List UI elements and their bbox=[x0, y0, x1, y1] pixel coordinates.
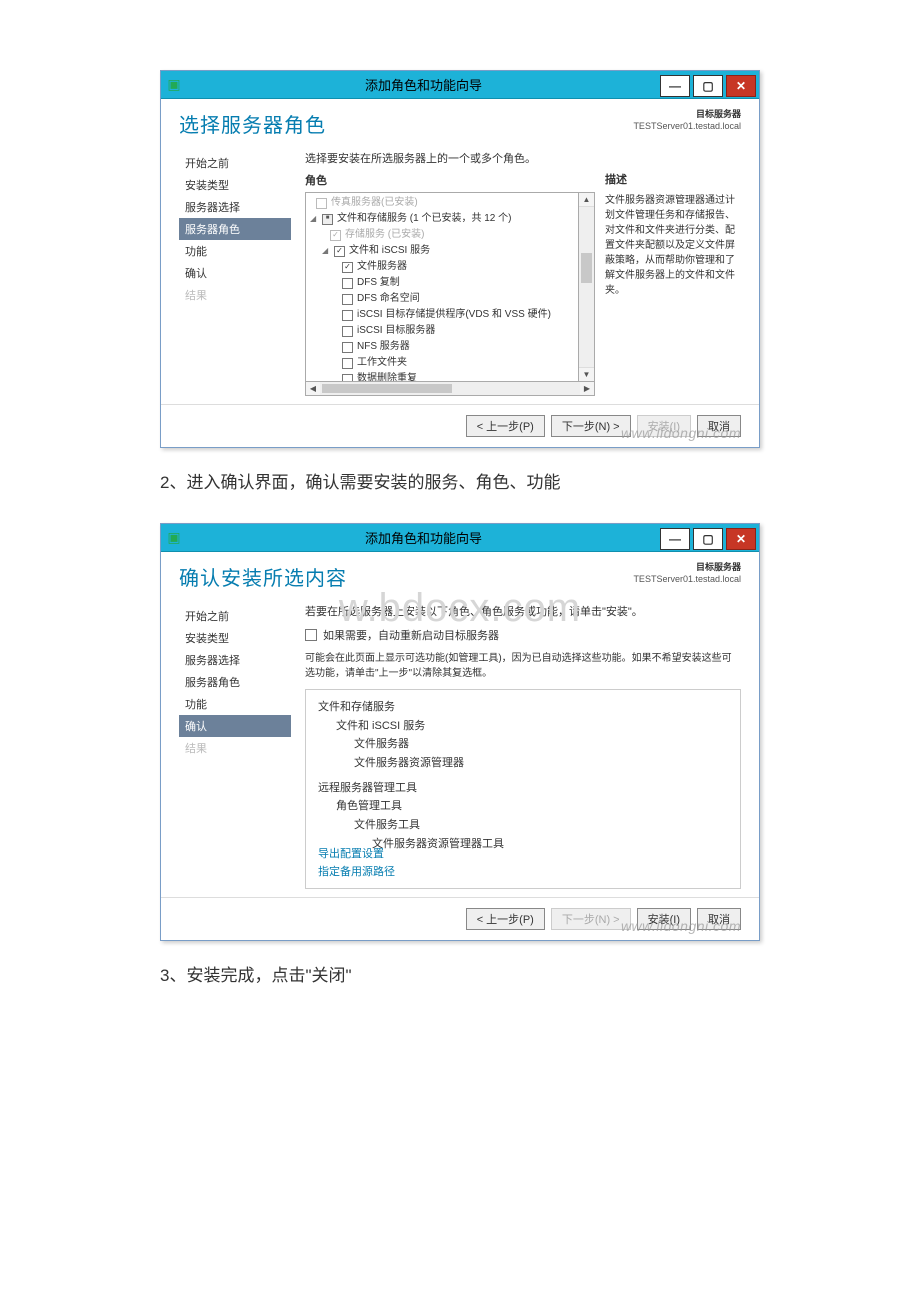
nav-confirm[interactable]: 确认 bbox=[179, 262, 291, 284]
target-server-info: 目标服务器 TESTServer01.testad.local bbox=[633, 109, 741, 132]
roles-tree[interactable]: 传真服务器(已安装) ◢文件和存储服务 (1 个已安装，共 12 个) 存储服务… bbox=[305, 192, 595, 382]
checkbox-icon[interactable] bbox=[342, 310, 353, 321]
window-title: 添加角色和功能向导 bbox=[187, 75, 660, 94]
collapse-icon[interactable]: ◢ bbox=[310, 213, 318, 226]
nav-features[interactable]: 功能 bbox=[179, 693, 291, 715]
instruction-text: 若要在所选服务器上安装以下角色、角色服务或功能，请单击"安装"。 bbox=[305, 603, 741, 619]
nav-before[interactable]: 开始之前 bbox=[179, 605, 291, 627]
close-button[interactable]: ✕ bbox=[726, 75, 756, 97]
checkbox-icon[interactable] bbox=[342, 262, 353, 273]
warning-text: 可能会在此页面上显示可选功能(如管理工具)，因为已自动选择这些功能。如果不希望安… bbox=[305, 649, 741, 679]
caption-3: 3、安装完成，点击"关闭" bbox=[160, 961, 760, 986]
previous-button[interactable]: < 上一步(P) bbox=[466, 908, 545, 930]
wizard-nav: 开始之前 安装类型 服务器选择 服务器角色 功能 确认 结果 bbox=[179, 146, 291, 396]
export-config-link[interactable]: 导出配置设置 bbox=[318, 845, 395, 864]
nav-roles[interactable]: 服务器角色 bbox=[179, 671, 291, 693]
checkbox-icon[interactable] bbox=[322, 214, 333, 225]
nav-server[interactable]: 服务器选择 bbox=[179, 649, 291, 671]
checkbox-icon bbox=[316, 198, 327, 209]
minimize-button[interactable]: — bbox=[660, 528, 690, 550]
scroll-down-icon[interactable]: ▼ bbox=[579, 367, 594, 381]
maximize-button[interactable]: ▢ bbox=[693, 528, 723, 550]
page-heading: 选择服务器角色 bbox=[179, 109, 633, 138]
nav-type[interactable]: 安装类型 bbox=[179, 174, 291, 196]
checkbox-icon[interactable] bbox=[342, 342, 353, 353]
wizard-nav: 开始之前 安装类型 服务器选择 服务器角色 功能 确认 结果 bbox=[179, 599, 291, 889]
alt-source-link[interactable]: 指定备用源路径 bbox=[318, 863, 395, 882]
nav-roles[interactable]: 服务器角色 bbox=[179, 218, 291, 240]
cancel-button[interactable]: 取消 bbox=[697, 415, 741, 437]
auto-restart-checkbox[interactable]: 如果需要，自动重新启动目标服务器 bbox=[305, 627, 741, 643]
maximize-button[interactable]: ▢ bbox=[693, 75, 723, 97]
wizard-1: ▣ 添加角色和功能向导 — ▢ ✕ 选择服务器角色 目标服务器 TESTServ… bbox=[160, 70, 760, 448]
scrollbar-thumb[interactable] bbox=[581, 253, 592, 283]
checkbox-icon[interactable] bbox=[342, 326, 353, 337]
titlebar: ▣ 添加角色和功能向导 — ▢ ✕ bbox=[161, 524, 759, 552]
feature-list-box: 文件和存储服务 文件和 iSCSI 服务 文件服务器 文件服务器资源管理器 远程… bbox=[305, 689, 741, 889]
roles-column-header: 角色 bbox=[305, 172, 595, 188]
nav-confirm[interactable]: 确认 bbox=[179, 715, 291, 737]
checkbox-icon[interactable] bbox=[342, 374, 353, 382]
wizard-app-icon: ▣ bbox=[161, 76, 187, 93]
checkbox-icon[interactable] bbox=[305, 629, 317, 641]
description-column-header: 描述 bbox=[605, 172, 741, 189]
cancel-button[interactable]: 取消 bbox=[697, 908, 741, 930]
window-title: 添加角色和功能向导 bbox=[187, 528, 660, 547]
checkbox-icon[interactable] bbox=[342, 358, 353, 369]
checkbox-icon[interactable] bbox=[342, 278, 353, 289]
instruction-text: 选择要安装在所选服务器上的一个或多个角色。 bbox=[305, 150, 741, 166]
scroll-right-icon[interactable]: ▶ bbox=[580, 382, 594, 395]
close-button[interactable]: ✕ bbox=[726, 528, 756, 550]
nav-before[interactable]: 开始之前 bbox=[179, 152, 291, 174]
nav-result: 结果 bbox=[179, 737, 291, 759]
vertical-scrollbar[interactable]: ▲ ▼ bbox=[578, 193, 594, 381]
checkbox-icon[interactable] bbox=[342, 294, 353, 305]
caption-2: 2、进入确认界面，确认需要安装的服务、角色、功能 bbox=[160, 468, 760, 493]
nav-server[interactable]: 服务器选择 bbox=[179, 196, 291, 218]
scroll-up-icon[interactable]: ▲ bbox=[579, 193, 594, 207]
window-controls: — ▢ ✕ bbox=[660, 525, 759, 550]
checkbox-icon[interactable] bbox=[334, 246, 345, 257]
scroll-left-icon[interactable]: ◀ bbox=[306, 382, 320, 395]
scrollbar-thumb[interactable] bbox=[322, 384, 452, 393]
next-button: 下一步(N) > bbox=[551, 908, 631, 930]
next-button[interactable]: 下一步(N) > bbox=[551, 415, 631, 437]
description-text: 文件服务器资源管理器通过计划文件管理任务和存储报告、对文件和文件夹进行分类、配置… bbox=[605, 193, 741, 298]
titlebar: ▣ 添加角色和功能向导 — ▢ ✕ bbox=[161, 71, 759, 99]
nav-features[interactable]: 功能 bbox=[179, 240, 291, 262]
wizard-app-icon: ▣ bbox=[161, 529, 187, 546]
wizard-2: ▣ 添加角色和功能向导 — ▢ ✕ w.bdocx.com 确认安装所选内容 目… bbox=[160, 523, 760, 941]
collapse-icon[interactable]: ◢ bbox=[322, 245, 330, 258]
page-heading: 确认安装所选内容 bbox=[179, 562, 633, 591]
install-button: 安装(I) bbox=[637, 415, 691, 437]
minimize-button[interactable]: — bbox=[660, 75, 690, 97]
nav-type[interactable]: 安装类型 bbox=[179, 627, 291, 649]
window-controls: — ▢ ✕ bbox=[660, 72, 759, 97]
checkbox-icon bbox=[330, 230, 341, 241]
install-button[interactable]: 安装(I) bbox=[637, 908, 691, 930]
horizontal-scrollbar[interactable]: ◀ ▶ bbox=[305, 382, 595, 396]
nav-result: 结果 bbox=[179, 284, 291, 306]
previous-button[interactable]: < 上一步(P) bbox=[466, 415, 545, 437]
target-server-info: 目标服务器 TESTServer01.testad.local bbox=[633, 562, 741, 585]
